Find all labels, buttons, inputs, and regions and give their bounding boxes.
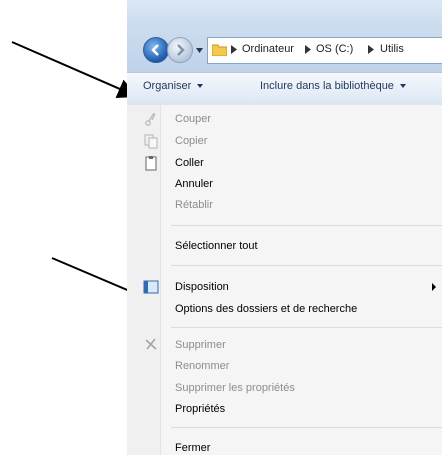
delete-x-icon: [145, 338, 157, 350]
chevron-right-icon: [432, 283, 436, 291]
menu-item-close[interactable]: Fermer: [175, 439, 210, 455]
menu-item-delete[interactable]: Supprimer: [175, 336, 226, 354]
explorer-window: Ordinateur OS (C:) Utilis Organiser Incl…: [127, 0, 442, 455]
breadcrumb-item-users[interactable]: Utilis: [380, 43, 404, 55]
menu-item-properties[interactable]: Propriétés: [175, 400, 225, 418]
breadcrumb[interactable]: Ordinateur OS (C:) Utilis: [207, 37, 442, 64]
menu-item-cut[interactable]: Couper: [175, 110, 211, 128]
include-in-library-label: Inclure dans la bibliothèque: [260, 80, 394, 92]
organise-button[interactable]: Organiser: [143, 80, 204, 92]
menu-item-folder-options[interactable]: Options des dossiers et de recherche: [175, 300, 357, 318]
chevron-down-icon: [197, 84, 204, 89]
menu-item-copy[interactable]: Copier: [175, 132, 207, 150]
organise-label: Organiser: [143, 80, 192, 92]
menu-item-paste[interactable]: Coller: [175, 154, 204, 172]
layout-icon: [143, 280, 159, 294]
chevron-down-icon: [399, 84, 406, 89]
menu-separator: [171, 265, 442, 266]
chevron-right-icon[interactable]: [368, 45, 374, 54]
menu-item-rename[interactable]: Renommer: [175, 357, 229, 375]
menu-separator: [171, 327, 442, 328]
arrow-to-organiser: [11, 41, 138, 98]
copy-icon: [144, 134, 158, 149]
title-bar: [127, 0, 442, 28]
breadcrumb-item-drive[interactable]: OS (C:): [316, 43, 353, 55]
breadcrumb-item-computer[interactable]: Ordinateur: [242, 43, 294, 55]
chevron-right-icon[interactable]: [305, 45, 311, 54]
forward-button[interactable]: [167, 37, 193, 63]
address-bar: Ordinateur OS (C:) Utilis: [127, 28, 442, 72]
menu-item-layout[interactable]: Disposition: [175, 278, 229, 296]
menu-item-remove-properties[interactable]: Supprimer les propriétés: [175, 379, 295, 397]
menu-separator: [171, 225, 442, 226]
history-dropdown-icon[interactable]: [195, 46, 204, 55]
back-button[interactable]: [143, 37, 169, 63]
chevron-right-icon[interactable]: [231, 45, 237, 54]
menu-item-redo[interactable]: Rétablir: [175, 196, 213, 214]
folder-icon: [212, 44, 227, 56]
scissors-icon: [145, 112, 156, 126]
arrow-right-icon: [177, 44, 185, 56]
organise-menu: Couper Copier Coller Annuler Rétablir Sé…: [127, 105, 442, 455]
include-in-library-button[interactable]: Inclure dans la bibliothèque: [260, 80, 406, 92]
arrow-left-icon: [151, 44, 159, 56]
menu-separator: [171, 427, 442, 428]
clipboard-icon: [145, 156, 157, 171]
menu-item-select-all[interactable]: Sélectionner tout: [175, 237, 258, 255]
command-bar: Organiser Inclure dans la bibliothèque: [127, 72, 442, 106]
menu-item-undo[interactable]: Annuler: [175, 175, 213, 193]
